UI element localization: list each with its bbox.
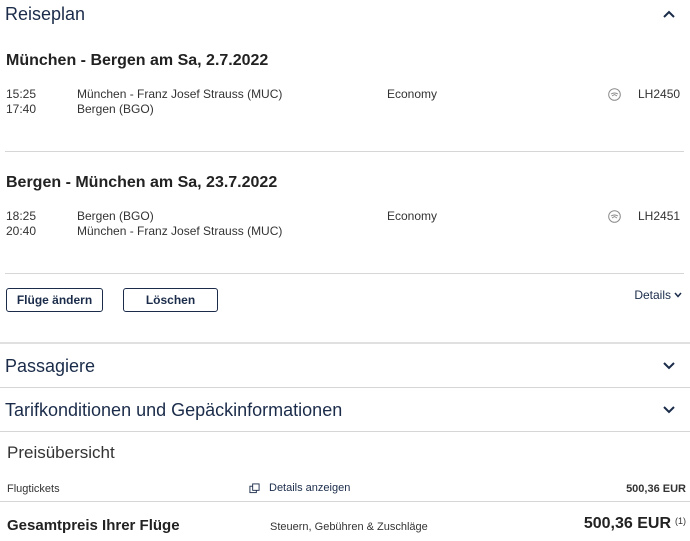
divider [5,151,684,152]
section-divider [0,342,690,344]
section-divider [0,431,690,432]
itinerary-title: Reiseplan [5,3,86,24]
passengers-header[interactable]: Passagiere [0,354,690,378]
arrival-airport: München - Franz Josef Strauss (MUC) [77,224,283,238]
itinerary-header[interactable]: Reiseplan [0,3,690,25]
delete-button[interactable]: Löschen [123,288,218,312]
show-details-label: Details anzeigen [269,482,351,494]
details-link-label: Details [634,288,671,302]
cabin-class: Economy [387,209,438,223]
chevron-down-icon [674,292,682,298]
change-flights-button[interactable]: Flüge ändern [6,288,103,312]
price-title: Preisübersicht [7,443,115,462]
tariff-title: Tarifkonditionen und Gepäckinformationen [5,399,343,420]
chevron-down-icon[interactable] [662,359,676,373]
arrival-time: 17:40 [6,102,37,116]
arrival-time: 20:40 [6,224,37,238]
lufthansa-crane-icon [608,88,621,101]
section-divider [0,387,690,388]
total-label: Gesamtpreis Ihrer Flüge [7,517,180,534]
arrival-airport: Bergen (BGO) [77,102,154,116]
departure-time: 18:25 [6,209,37,223]
leg-departure-row: 18:25 Bergen (BGO) Economy LH2451 [0,209,690,223]
details-link[interactable]: Details [634,288,682,302]
cabin-class: Economy [387,87,438,101]
show-details-link[interactable]: Details anzeigen [249,482,350,494]
total-footnote: (1) [675,516,686,526]
leg-arrival-row: 17:40 Bergen (BGO) [0,102,690,116]
leg-heading: München - Bergen am Sa, 2.7.2022 [6,52,269,69]
tickets-amount: 500,36 EUR [626,483,686,495]
departure-airport: Bergen (BGO) [77,209,154,223]
departure-time: 15:25 [6,87,37,101]
tickets-label: Flugtickets [7,483,60,495]
tariff-header[interactable]: Tarifkonditionen und Gepäckinformationen [0,398,690,422]
leg-departure-row: 15:25 München - Franz Josef Strauss (MUC… [0,87,690,101]
divider [5,273,684,274]
divider [0,501,690,502]
leg-heading: Bergen - München am Sa, 23.7.2022 [6,174,278,191]
chevron-up-icon[interactable] [662,7,676,21]
popup-window-icon [249,482,260,493]
departure-airport: München - Franz Josef Strauss (MUC) [77,87,283,101]
chevron-down-icon[interactable] [662,403,676,417]
lufthansa-crane-icon [608,210,621,223]
flight-number: LH2451 [638,209,681,223]
passengers-title: Passagiere [5,355,96,376]
total-amount: 500,36 EUR [583,515,671,532]
taxes-label: Steuern, Gebühren & Zuschläge [270,521,428,533]
flight-number: LH2450 [638,87,681,101]
leg-arrival-row: 20:40 München - Franz Josef Strauss (MUC… [0,224,690,238]
